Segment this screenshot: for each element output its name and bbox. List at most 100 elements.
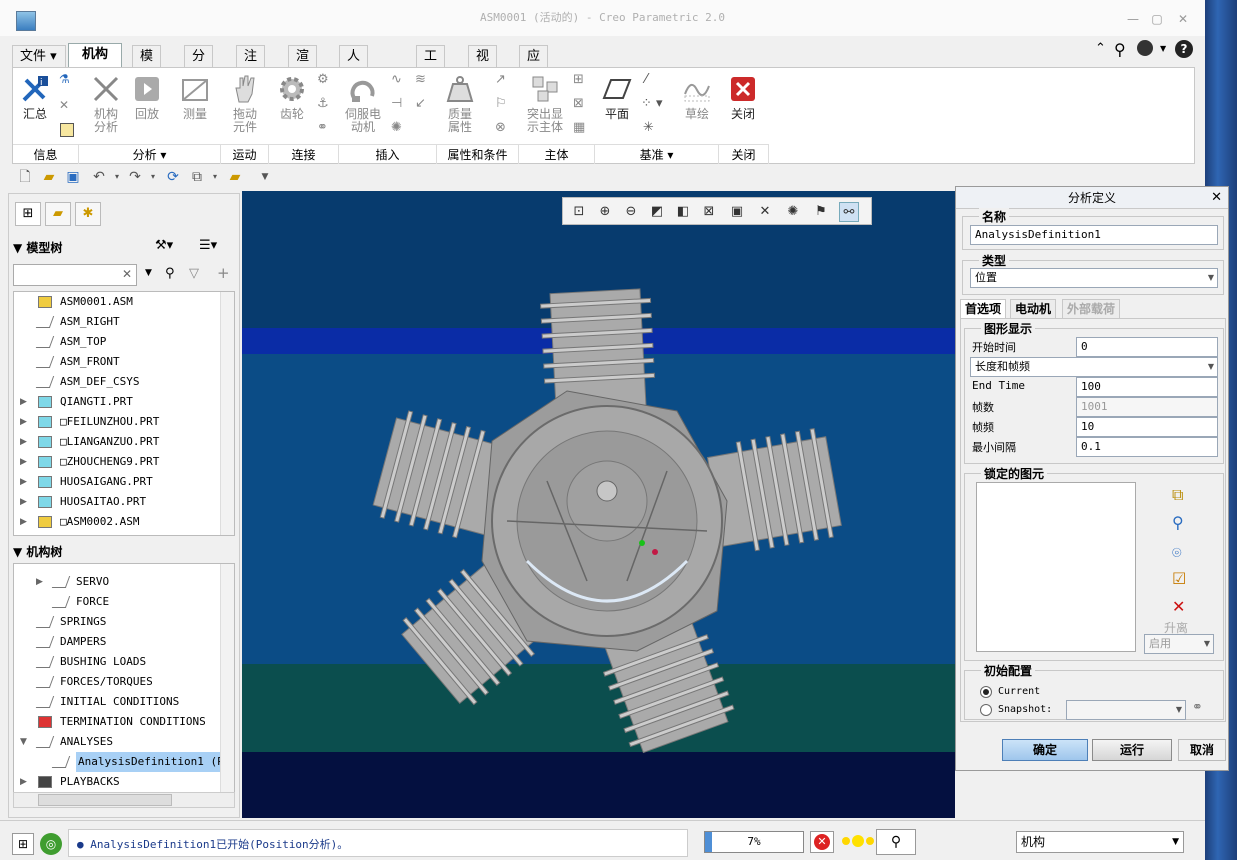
saved-orientations-icon[interactable]: ⊠ bbox=[699, 202, 719, 222]
community-icon[interactable] bbox=[1137, 40, 1153, 56]
tree-item[interactable]: ▶ □ZHOUCHENG9.PRT bbox=[14, 452, 220, 472]
plane-button[interactable]: 平面 bbox=[599, 74, 635, 121]
windows-icon[interactable]: ⧉ bbox=[188, 168, 206, 186]
expand-toggle-icon[interactable]: ▼ bbox=[20, 732, 30, 752]
tab-tools[interactable]: 工具 bbox=[416, 45, 446, 85]
zoom-out-icon[interactable]: ⊖ bbox=[621, 202, 641, 222]
type-select[interactable]: 位置 bbox=[970, 268, 1218, 288]
tab-model[interactable]: 模型 bbox=[132, 45, 162, 85]
csys-icon[interactable]: ✳ bbox=[643, 120, 654, 135]
tree-item[interactable]: ▶ HUOSAITAO.PRT bbox=[14, 492, 220, 512]
playback-button[interactable]: 回放 bbox=[129, 74, 165, 121]
tree-item[interactable]: TERMINATION CONDITIONS bbox=[14, 712, 220, 732]
locked-entities-list[interactable] bbox=[976, 482, 1136, 652]
ok-button[interactable]: 确定 bbox=[1002, 739, 1088, 761]
cancel-button[interactable]: 取消 bbox=[1178, 739, 1226, 761]
slot-icon[interactable]: ⚓ bbox=[317, 96, 329, 111]
stop-regen-button[interactable]: ✕ bbox=[810, 831, 834, 853]
find-icon[interactable]: ⚲ bbox=[165, 266, 175, 281]
mechanism-tree-scrollbar[interactable] bbox=[220, 564, 234, 792]
mechanism-display-icon[interactable]: ⚯ bbox=[839, 202, 859, 222]
scroll-thumb[interactable] bbox=[38, 794, 172, 806]
tab-external-loads[interactable]: 外部载荷 bbox=[1062, 299, 1121, 319]
close-window-icon[interactable]: ✕ bbox=[1174, 12, 1192, 26]
group-analysis[interactable]: 分析 ▾ bbox=[79, 144, 221, 164]
current-radio[interactable] bbox=[980, 686, 992, 698]
end-time-input[interactable]: 100 bbox=[1076, 377, 1218, 397]
tree-item[interactable]: FORCES/TORQUES bbox=[14, 672, 220, 692]
tree-item[interactable]: ▶ SERVO bbox=[14, 572, 220, 592]
mechanism-analysis-button[interactable]: 机构 分析 bbox=[85, 74, 127, 134]
tab-view[interactable]: 视图 bbox=[468, 45, 498, 85]
minimize-icon[interactable]: — bbox=[1124, 12, 1142, 26]
enable-disable-icon[interactable]: ☑ bbox=[1172, 569, 1186, 588]
tab-folder-browser[interactable]: ▰ bbox=[45, 202, 71, 226]
filter-icon[interactable]: ▽ bbox=[189, 266, 199, 281]
redo-icon[interactable]: ↷ bbox=[126, 168, 144, 186]
tree-item[interactable]: ASM_FRONT bbox=[14, 352, 220, 372]
tree-item[interactable]: ▼ ANALYSES bbox=[14, 732, 220, 752]
gravity-icon[interactable]: ↙ bbox=[415, 96, 426, 111]
browser-icon[interactable]: ◎ bbox=[40, 833, 62, 855]
cam-icon[interactable]: ⚙ bbox=[317, 72, 329, 87]
damper-icon[interactable]: ⊣ bbox=[391, 96, 402, 111]
tab-analysis[interactable]: 分析 bbox=[184, 45, 214, 85]
tree-item[interactable]: ▶ HUOSAIGANG.PRT bbox=[14, 472, 220, 492]
tree-item[interactable]: ▶ □ASM0002.ASM bbox=[14, 512, 220, 532]
detailed-measure-icon[interactable]: ✕ bbox=[59, 98, 75, 114]
search-dropdown-icon[interactable]: ▼ bbox=[145, 268, 152, 278]
point-icon[interactable]: ⁘ ▾ bbox=[641, 96, 663, 111]
tree-item[interactable]: AnalysisDefinition1 (PO bbox=[14, 752, 233, 772]
snapshot-radio[interactable] bbox=[980, 704, 992, 716]
help-icon[interactable]: ? bbox=[1175, 40, 1193, 58]
tree-item[interactable]: DAMPERS bbox=[14, 632, 220, 652]
tab-render[interactable]: 渲染 bbox=[288, 45, 318, 85]
tree-item[interactable]: SPRINGS bbox=[14, 612, 220, 632]
expand-toggle-icon[interactable]: ▶ bbox=[20, 472, 30, 492]
termination-conditions-icon[interactable]: ⚐ bbox=[495, 96, 507, 111]
expand-toggle-icon[interactable]: ▶ bbox=[20, 392, 30, 412]
graphics-window[interactable]: ⊡ ⊕ ⊖ ◩ ◧ ⊠ ▣ ✕ ✺ ⚑ ⚯ bbox=[242, 191, 955, 818]
redo-dropdown-icon[interactable]: ▾ bbox=[144, 168, 162, 186]
refit-icon[interactable]: ⊡ bbox=[569, 202, 589, 222]
drag-components-button[interactable]: 拖动 元件 bbox=[225, 74, 265, 134]
expand-toggle-icon[interactable]: ▶ bbox=[20, 492, 30, 512]
body-definition-icon[interactable]: ⊞ bbox=[573, 72, 584, 87]
servo-motor-button[interactable]: 伺服电 动机 bbox=[341, 74, 385, 134]
settings-icon[interactable]: ⚒▾ bbox=[155, 238, 173, 253]
find-binoculars-icon[interactable]: ⚲ bbox=[876, 829, 916, 855]
view-manager-icon[interactable]: ▣ bbox=[727, 202, 747, 222]
tab-annotate[interactable]: 注释 bbox=[236, 45, 266, 85]
tab-preferences[interactable]: 首选项 bbox=[960, 299, 1007, 319]
undo-icon[interactable]: ↶ bbox=[90, 168, 108, 186]
delete-icon[interactable]: ✕ bbox=[1172, 597, 1185, 616]
expand-toggle-icon[interactable]: ▶ bbox=[20, 412, 30, 432]
tree-item[interactable]: BUSHING LOADS bbox=[14, 652, 220, 672]
tab-motors[interactable]: 电动机 bbox=[1010, 299, 1057, 319]
collapse-ribbon-icon[interactable]: ⌃ bbox=[1095, 41, 1106, 56]
report-icon[interactable] bbox=[60, 123, 74, 137]
undo-dropdown-icon[interactable]: ▾ bbox=[108, 168, 126, 186]
chevron-down-icon[interactable]: ▼ bbox=[1160, 44, 1166, 53]
reconnect-icon[interactable]: ▦ bbox=[573, 120, 585, 135]
enable-select[interactable]: 启用 bbox=[1144, 634, 1214, 654]
belt-icon[interactable]: ⚭ bbox=[317, 120, 328, 135]
show-icon[interactable]: ☰▾ bbox=[199, 238, 217, 253]
group-datum[interactable]: 基准 ▾ bbox=[595, 144, 719, 164]
datum-display-icon[interactable]: ✕ bbox=[755, 202, 775, 222]
min-interval-input[interactable]: 0.1 bbox=[1076, 437, 1218, 457]
search-icon[interactable]: ⚲ bbox=[1114, 40, 1126, 59]
summary-button[interactable]: i 汇总 bbox=[17, 74, 53, 121]
expand-toggle-icon[interactable]: ▶ bbox=[20, 432, 30, 452]
tab-favorites[interactable]: ✱ bbox=[75, 202, 101, 226]
redefine-bodies-icon[interactable]: ⊠ bbox=[573, 96, 584, 111]
model-tree-scrollbar[interactable] bbox=[220, 292, 234, 535]
axis-icon[interactable]: ⁄ bbox=[645, 72, 647, 87]
save-icon[interactable]: ▣ bbox=[64, 168, 82, 186]
force-torque-icon[interactable]: ≋ bbox=[415, 72, 426, 87]
tab-applications[interactable]: 应用程序 bbox=[519, 45, 549, 127]
regenerate-icon[interactable]: ⟳ bbox=[164, 168, 182, 186]
tree-item[interactable]: ASM_RIGHT bbox=[14, 312, 220, 332]
snapshot-select[interactable] bbox=[1066, 700, 1186, 720]
tree-item[interactable]: ▶ □FEILUNZHOU.PRT bbox=[14, 412, 220, 432]
